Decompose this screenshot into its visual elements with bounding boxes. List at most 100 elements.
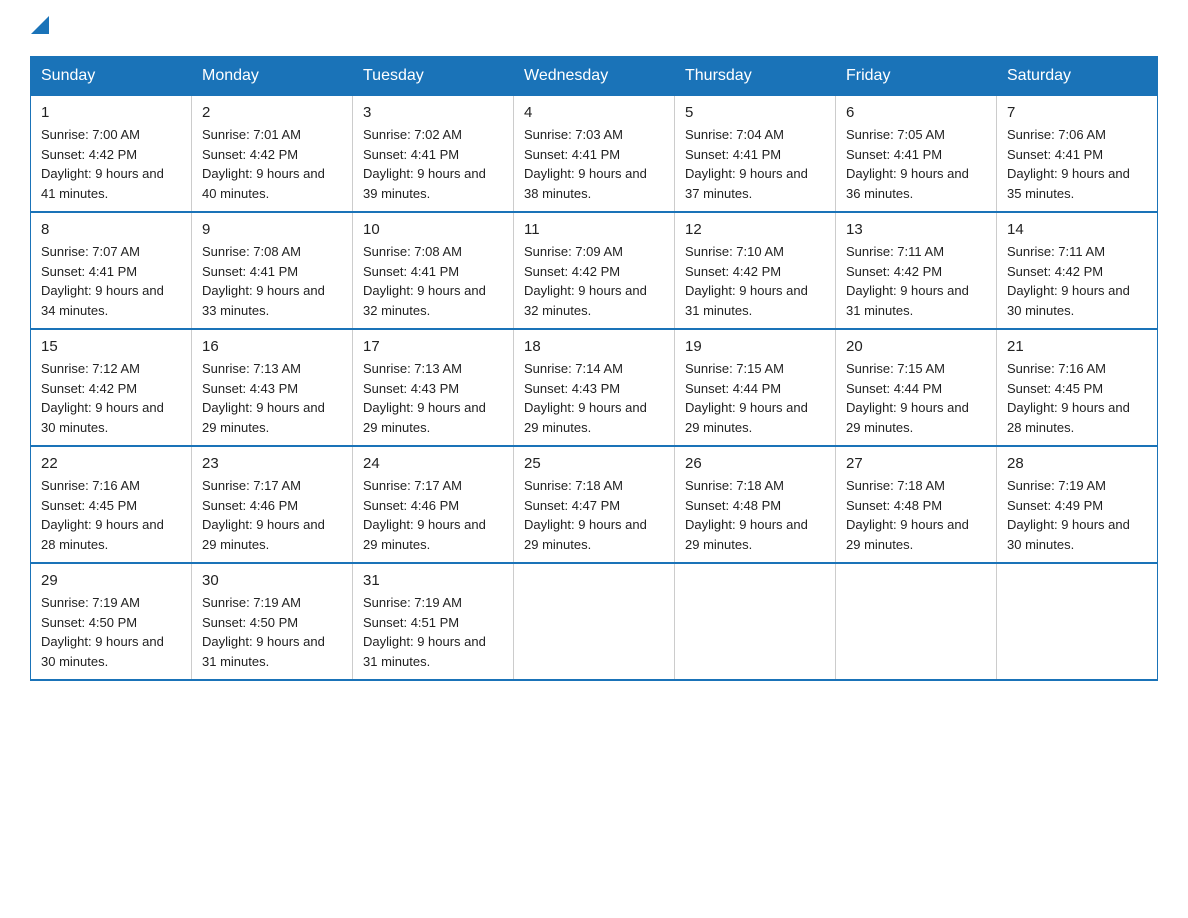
sunset-label: Sunset: 4:44 PM (685, 381, 781, 396)
sunset-label: Sunset: 4:42 PM (41, 381, 137, 396)
sunrise-label: Sunrise: 7:09 AM (524, 244, 623, 259)
sunset-label: Sunset: 4:46 PM (363, 498, 459, 513)
sunset-label: Sunset: 4:41 PM (363, 147, 459, 162)
day-info: Sunrise: 7:01 AM Sunset: 4:42 PM Dayligh… (202, 125, 342, 203)
sunset-label: Sunset: 4:48 PM (846, 498, 942, 513)
sunset-label: Sunset: 4:41 PM (41, 264, 137, 279)
calendar-day-cell: 23 Sunrise: 7:17 AM Sunset: 4:46 PM Dayl… (192, 446, 353, 563)
daylight-label: Daylight: 9 hours and 41 minutes. (41, 166, 164, 201)
day-info: Sunrise: 7:13 AM Sunset: 4:43 PM Dayligh… (202, 359, 342, 437)
day-number: 21 (1007, 338, 1147, 355)
sunrise-label: Sunrise: 7:13 AM (363, 361, 462, 376)
daylight-label: Daylight: 9 hours and 30 minutes. (1007, 283, 1130, 318)
day-info: Sunrise: 7:05 AM Sunset: 4:41 PM Dayligh… (846, 125, 986, 203)
weekday-header-wednesday: Wednesday (514, 57, 675, 96)
daylight-label: Daylight: 9 hours and 33 minutes. (202, 283, 325, 318)
calendar-day-cell: 1 Sunrise: 7:00 AM Sunset: 4:42 PM Dayli… (31, 96, 192, 213)
sunset-label: Sunset: 4:41 PM (685, 147, 781, 162)
sunrise-label: Sunrise: 7:06 AM (1007, 127, 1106, 142)
calendar-day-cell (675, 563, 836, 680)
daylight-label: Daylight: 9 hours and 39 minutes. (363, 166, 486, 201)
calendar-day-cell: 4 Sunrise: 7:03 AM Sunset: 4:41 PM Dayli… (514, 96, 675, 213)
weekday-header-thursday: Thursday (675, 57, 836, 96)
daylight-label: Daylight: 9 hours and 29 minutes. (202, 517, 325, 552)
day-info: Sunrise: 7:08 AM Sunset: 4:41 PM Dayligh… (202, 242, 342, 320)
sunset-label: Sunset: 4:41 PM (202, 264, 298, 279)
calendar-day-cell: 8 Sunrise: 7:07 AM Sunset: 4:41 PM Dayli… (31, 212, 192, 329)
weekday-header-sunday: Sunday (31, 57, 192, 96)
sunset-label: Sunset: 4:49 PM (1007, 498, 1103, 513)
calendar-day-cell: 18 Sunrise: 7:14 AM Sunset: 4:43 PM Dayl… (514, 329, 675, 446)
day-number: 30 (202, 572, 342, 589)
calendar-table: SundayMondayTuesdayWednesdayThursdayFrid… (30, 56, 1158, 681)
calendar-day-cell: 31 Sunrise: 7:19 AM Sunset: 4:51 PM Dayl… (353, 563, 514, 680)
day-info: Sunrise: 7:19 AM Sunset: 4:50 PM Dayligh… (41, 593, 181, 671)
day-number: 22 (41, 455, 181, 472)
sunrise-label: Sunrise: 7:02 AM (363, 127, 462, 142)
day-number: 31 (363, 572, 503, 589)
calendar-day-cell: 17 Sunrise: 7:13 AM Sunset: 4:43 PM Dayl… (353, 329, 514, 446)
day-info: Sunrise: 7:17 AM Sunset: 4:46 PM Dayligh… (363, 476, 503, 554)
day-info: Sunrise: 7:08 AM Sunset: 4:41 PM Dayligh… (363, 242, 503, 320)
sunrise-label: Sunrise: 7:18 AM (524, 478, 623, 493)
day-number: 29 (41, 572, 181, 589)
daylight-label: Daylight: 9 hours and 29 minutes. (202, 400, 325, 435)
calendar-day-cell: 26 Sunrise: 7:18 AM Sunset: 4:48 PM Dayl… (675, 446, 836, 563)
day-info: Sunrise: 7:13 AM Sunset: 4:43 PM Dayligh… (363, 359, 503, 437)
daylight-label: Daylight: 9 hours and 31 minutes. (363, 634, 486, 669)
daylight-label: Daylight: 9 hours and 32 minutes. (363, 283, 486, 318)
calendar-day-cell: 14 Sunrise: 7:11 AM Sunset: 4:42 PM Dayl… (997, 212, 1158, 329)
calendar-week-row: 22 Sunrise: 7:16 AM Sunset: 4:45 PM Dayl… (31, 446, 1158, 563)
day-number: 19 (685, 338, 825, 355)
daylight-label: Daylight: 9 hours and 38 minutes. (524, 166, 647, 201)
sunset-label: Sunset: 4:41 PM (1007, 147, 1103, 162)
day-info: Sunrise: 7:04 AM Sunset: 4:41 PM Dayligh… (685, 125, 825, 203)
sunrise-label: Sunrise: 7:19 AM (41, 595, 140, 610)
calendar-day-cell: 10 Sunrise: 7:08 AM Sunset: 4:41 PM Dayl… (353, 212, 514, 329)
sunset-label: Sunset: 4:45 PM (41, 498, 137, 513)
calendar-day-cell: 13 Sunrise: 7:11 AM Sunset: 4:42 PM Dayl… (836, 212, 997, 329)
daylight-label: Daylight: 9 hours and 29 minutes. (524, 400, 647, 435)
day-info: Sunrise: 7:12 AM Sunset: 4:42 PM Dayligh… (41, 359, 181, 437)
sunrise-label: Sunrise: 7:03 AM (524, 127, 623, 142)
daylight-label: Daylight: 9 hours and 30 minutes. (1007, 517, 1130, 552)
calendar-week-row: 1 Sunrise: 7:00 AM Sunset: 4:42 PM Dayli… (31, 96, 1158, 213)
sunrise-label: Sunrise: 7:04 AM (685, 127, 784, 142)
daylight-label: Daylight: 9 hours and 29 minutes. (846, 400, 969, 435)
day-info: Sunrise: 7:16 AM Sunset: 4:45 PM Dayligh… (1007, 359, 1147, 437)
day-info: Sunrise: 7:02 AM Sunset: 4:41 PM Dayligh… (363, 125, 503, 203)
day-info: Sunrise: 7:11 AM Sunset: 4:42 PM Dayligh… (1007, 242, 1147, 320)
sunset-label: Sunset: 4:51 PM (363, 615, 459, 630)
sunrise-label: Sunrise: 7:12 AM (41, 361, 140, 376)
day-number: 5 (685, 104, 825, 121)
sunrise-label: Sunrise: 7:15 AM (685, 361, 784, 376)
day-number: 15 (41, 338, 181, 355)
daylight-label: Daylight: 9 hours and 29 minutes. (685, 400, 808, 435)
sunrise-label: Sunrise: 7:07 AM (41, 244, 140, 259)
day-number: 13 (846, 221, 986, 238)
weekday-header-saturday: Saturday (997, 57, 1158, 96)
sunrise-label: Sunrise: 7:10 AM (685, 244, 784, 259)
day-number: 10 (363, 221, 503, 238)
sunrise-label: Sunrise: 7:15 AM (846, 361, 945, 376)
sunrise-label: Sunrise: 7:01 AM (202, 127, 301, 142)
day-number: 8 (41, 221, 181, 238)
calendar-day-cell (836, 563, 997, 680)
calendar-day-cell: 21 Sunrise: 7:16 AM Sunset: 4:45 PM Dayl… (997, 329, 1158, 446)
sunset-label: Sunset: 4:41 PM (524, 147, 620, 162)
sunrise-label: Sunrise: 7:05 AM (846, 127, 945, 142)
sunrise-label: Sunrise: 7:17 AM (363, 478, 462, 493)
daylight-label: Daylight: 9 hours and 32 minutes. (524, 283, 647, 318)
sunset-label: Sunset: 4:41 PM (363, 264, 459, 279)
day-number: 28 (1007, 455, 1147, 472)
daylight-label: Daylight: 9 hours and 28 minutes. (41, 517, 164, 552)
day-number: 20 (846, 338, 986, 355)
sunset-label: Sunset: 4:43 PM (363, 381, 459, 396)
calendar-day-cell: 5 Sunrise: 7:04 AM Sunset: 4:41 PM Dayli… (675, 96, 836, 213)
calendar-week-row: 29 Sunrise: 7:19 AM Sunset: 4:50 PM Dayl… (31, 563, 1158, 680)
daylight-label: Daylight: 9 hours and 31 minutes. (202, 634, 325, 669)
day-info: Sunrise: 7:15 AM Sunset: 4:44 PM Dayligh… (685, 359, 825, 437)
sunrise-label: Sunrise: 7:13 AM (202, 361, 301, 376)
day-number: 14 (1007, 221, 1147, 238)
sunrise-label: Sunrise: 7:17 AM (202, 478, 301, 493)
